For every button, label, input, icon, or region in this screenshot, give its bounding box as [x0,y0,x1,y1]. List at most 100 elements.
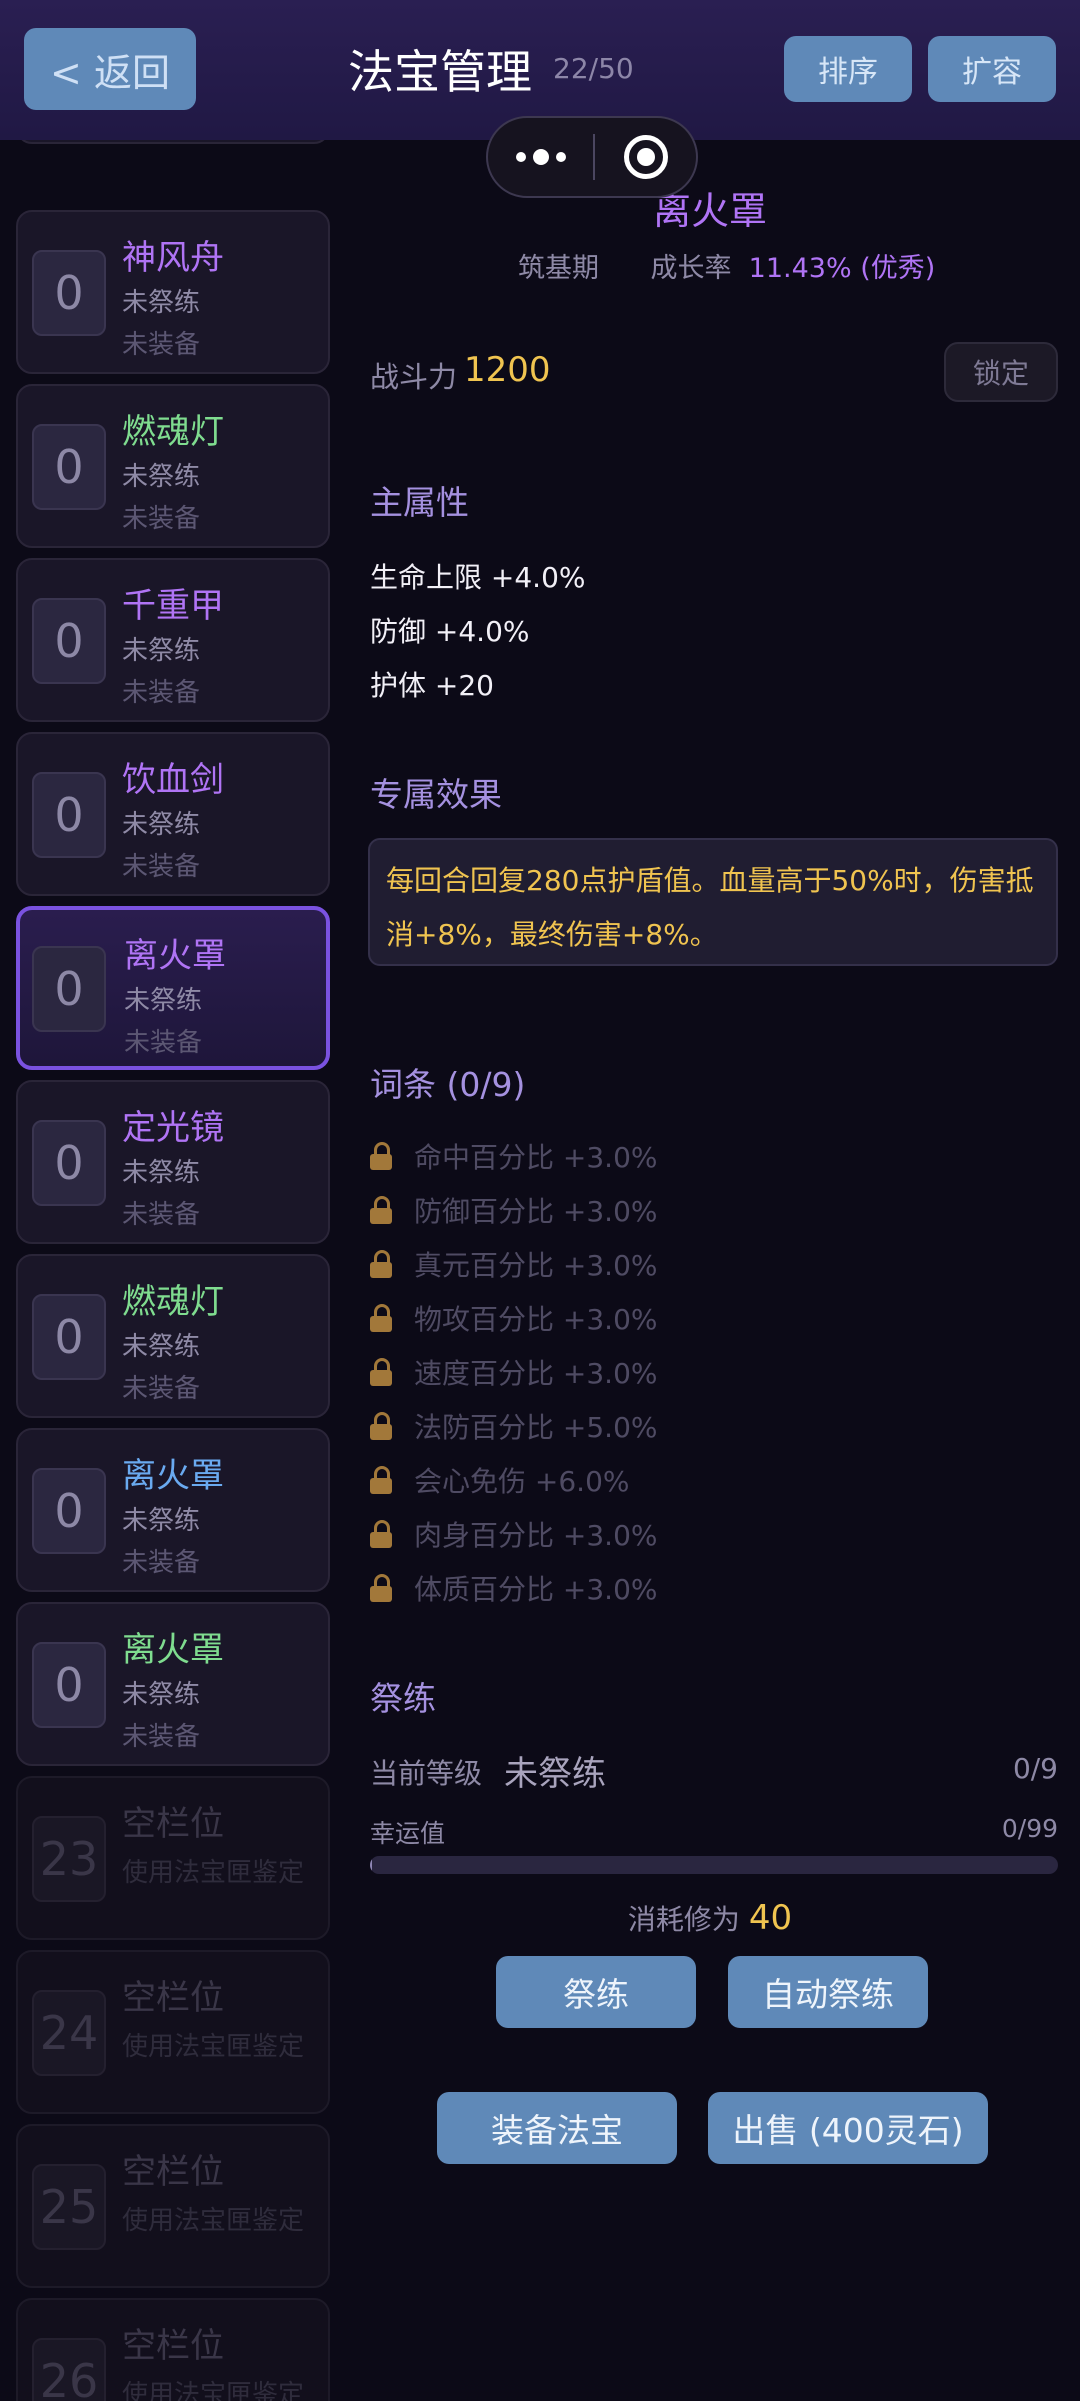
slot-number: 0 [32,1468,106,1554]
slot-number: 0 [32,1294,106,1380]
equip-status: 未装备 [122,1722,201,1752]
miniprogram-capsule [486,116,698,198]
slot-number: 0 [32,772,106,858]
affix-row: 真元百分比 +3.0% [370,1244,658,1284]
lock-icon [370,1412,392,1440]
affix-row: 会心免伤 +6.0% [370,1460,630,1500]
refine-status: 未祭练 [122,1680,201,1710]
artifact-card-name: 定光镜 [122,1108,224,1148]
affix-text: 真元百分比 +3.0% [414,1249,658,1282]
artifact-list[interactable]: 0未装备0神风舟未祭练未装备0燃魂灯未祭练未装备0千重甲未祭练未装备0饮血剑未祭… [0,0,340,2401]
artifact-card-name: 离火罩 [122,1456,224,1496]
lock-icon [370,1142,392,1170]
affix-text: 体质百分比 +3.0% [414,1573,658,1606]
equip-status: 未装备 [122,852,201,882]
affix-row: 法防百分比 +5.0% [370,1406,658,1446]
artifact-card-name: 空栏位 [122,1978,224,2018]
empty-slot-card[interactable]: 23 空栏位 使用法宝匣鉴定 [16,1776,330,1940]
refine-status: 使用法宝匣鉴定 [122,2380,305,2401]
refine-status: 使用法宝匣鉴定 [122,2032,305,2062]
refine-title: 祭练 [370,1679,436,1718]
artifact-card-name: 空栏位 [122,1804,224,1844]
refine-status: 未祭练 [124,986,203,1016]
artifact-card-name: 千重甲 [122,586,224,626]
lock-icon [370,1304,392,1332]
cost-label: 消耗修为 [627,1903,740,1936]
empty-slot-card[interactable]: 25 空栏位 使用法宝匣鉴定 [16,2124,330,2288]
slot-number: 0 [32,1120,106,1206]
cost-line: 消耗修为 40 [340,1898,1080,1938]
artifact-card[interactable]: 0 燃魂灯 未祭练 未装备 [16,384,330,548]
artifact-card-name: 空栏位 [122,2326,224,2366]
level-progress: 0/9 [1012,1752,1058,1785]
auto-refine-button[interactable]: 自动祭练 [728,1956,928,2028]
exclusive-text: 每回合回复280点护盾值。血量高于50%时，伤害抵消+8%，最终伤害+8%。 [386,864,1034,951]
slot-number: 0 [32,946,106,1032]
empty-slot-card[interactable]: 24 空栏位使用法宝匣鉴定 [16,1950,330,2114]
affix-text: 命中百分比 +3.0% [414,1141,658,1174]
lock-icon [370,1250,392,1278]
more-icon[interactable] [488,118,593,196]
sort-button[interactable]: 排序 [784,36,912,102]
equip-status: 未装备 [122,1548,201,1578]
empty-slot-card[interactable]: 26 空栏位 使用法宝匣鉴定 [16,2298,330,2401]
equip-artifact-button[interactable]: 装备法宝 [437,2092,677,2164]
growth-value: 11.43% (优秀) [748,253,936,284]
artifact-card[interactable]: 0 离火罩未祭练未装备 [16,906,330,1070]
artifact-card[interactable]: 0 千重甲 未祭练 未装备 [16,558,330,722]
affix-title: 词条 (0/9) [370,1065,526,1104]
refine-status: 未祭练 [122,462,201,492]
slot-number: 25 [32,2164,106,2250]
exclusive-effect-box: 每回合回复280点护盾值。血量高于50%时，伤害抵消+8%，最终伤害+8%。 [368,838,1058,966]
slot-number: 0 [32,1642,106,1728]
affix-row: 物攻百分比 +3.0% [370,1298,658,1338]
artifact-card[interactable]: 0 神风舟 未祭练 未装备 [16,210,330,374]
luck-progress-start [370,1856,372,1874]
artifact-subline: 筑基期 成长率 11.43% (优秀) [518,246,935,285]
artifact-card-name: 离火罩 [122,1630,224,1670]
level-value: 未祭练 [504,1754,606,1794]
sell-artifact-button[interactable]: 出售 (400灵石) [708,2092,988,2164]
artifact-card[interactable]: 0 定光镜未祭练未装备 [16,1080,330,1244]
affix-row: 肉身百分比 +3.0% [370,1514,658,1554]
refine-button[interactable]: 祭练 [496,1956,696,2028]
artifact-card[interactable]: 0 离火罩未祭练未装备 [16,1602,330,1766]
close-miniprogram-icon[interactable] [595,135,696,179]
artifact-card[interactable]: 0 饮血剑 未祭练 未装备 [16,732,330,896]
equip-status: 未装备 [122,504,201,534]
affix-row: 命中百分比 +3.0% [370,1136,658,1176]
slot-number: 0 [32,250,106,336]
artifact-card-name: 离火罩 [124,936,226,976]
equip-status: 未装备 [122,330,201,360]
level-label: 当前等级 [370,1757,483,1790]
expand-button[interactable]: 扩容 [928,36,1056,102]
lock-icon [370,1466,392,1494]
equip-status: 未装备 [122,1200,201,1230]
lock-button[interactable]: 锁定 [944,342,1058,402]
artifact-card-name: 燃魂灯 [122,1282,224,1322]
power-value: 1200 [464,350,551,390]
main-attr: 护体 +20 [370,669,494,702]
realm-text: 筑基期 [518,253,599,284]
artifact-card[interactable]: 0 离火罩 未祭练 未装备 [16,1428,330,1592]
back-button[interactable]: < 返回 [24,28,196,110]
artifact-card[interactable]: 0 燃魂灯 未祭练 未装备 [16,1254,330,1418]
refine-status: 使用法宝匣鉴定 [122,2206,305,2236]
affix-text: 肉身百分比 +3.0% [414,1519,658,1552]
affix-row: 防御百分比 +3.0% [370,1190,658,1230]
luck-progress-bar [370,1856,1058,1874]
main-attr: 生命上限 +4.0% [370,561,586,594]
refine-status: 未祭练 [122,1158,201,1188]
artifact-card-name: 饮血剑 [122,760,224,800]
refine-status: 未祭练 [122,1332,201,1362]
luck-label: 幸运值 [370,1819,446,1848]
slot-number: 24 [32,1990,106,2076]
affix-text: 法防百分比 +5.0% [414,1411,658,1444]
affix-text: 物攻百分比 +3.0% [414,1303,658,1336]
artifact-name: 离火罩 [652,189,767,233]
power-label: 战斗力 [370,360,458,394]
refine-status: 使用法宝匣鉴定 [122,1858,305,1888]
affix-text: 会心免伤 +6.0% [414,1465,630,1498]
equip-status: 未装备 [124,1028,203,1058]
refine-status: 未祭练 [122,636,201,666]
